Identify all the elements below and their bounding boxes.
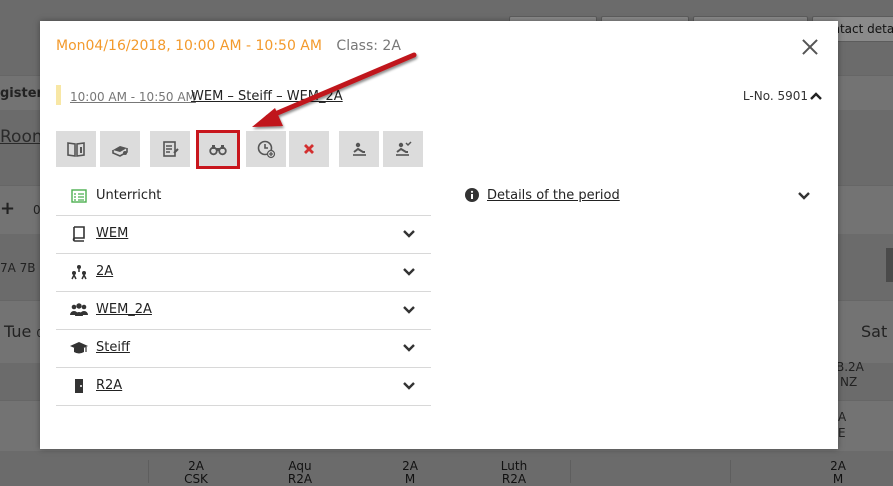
chevron-down-icon[interactable] xyxy=(403,381,415,391)
notes-icon xyxy=(163,141,179,157)
bg-right-line-1: B.2A xyxy=(836,360,864,374)
close-icon[interactable] xyxy=(800,37,820,57)
lesson-details-dialog: Mon04/16/2018, 10:00 AM - 10:50 AM Class… xyxy=(40,21,838,449)
list-item-room[interactable]: R2A xyxy=(56,368,431,406)
chevron-up-icon[interactable] xyxy=(810,91,822,101)
lesson-color-bar xyxy=(56,85,61,105)
lesson-time-link[interactable]: 10:00 AM - 10:50 AM xyxy=(70,90,196,104)
absence-reason-icon xyxy=(396,141,412,156)
bg-right-line-3: A xyxy=(838,410,847,424)
dialog-header: Mon04/16/2018, 10:00 AM - 10:50 AM Class… xyxy=(56,38,401,54)
room-link[interactable]: R2A xyxy=(96,378,122,393)
bg-register-label: gister xyxy=(0,86,43,101)
bg-cell: Aqu R2A xyxy=(280,460,320,486)
bg-cell: 2A M xyxy=(390,460,430,486)
bg-tue-label: Tue 0 xyxy=(4,322,43,341)
absence-reason-button[interactable] xyxy=(383,131,423,167)
bg-grid-line xyxy=(148,460,149,483)
cancel-icon xyxy=(304,144,314,154)
bg-cell-line: R2A xyxy=(501,472,527,486)
room-icon xyxy=(75,379,83,393)
chevron-down-icon[interactable] xyxy=(403,267,415,277)
homework-icon xyxy=(112,146,128,157)
lesson-type-icon xyxy=(71,189,87,203)
cancel-lesson-button[interactable] xyxy=(289,131,329,167)
bg-right-slider xyxy=(886,248,893,282)
bg-cell-line: M xyxy=(404,472,416,486)
list-item-subject[interactable]: WEM xyxy=(56,216,431,254)
bg-cell: 2A CSK xyxy=(176,460,216,486)
chevron-down-icon[interactable] xyxy=(403,305,415,315)
bg-tue-day: Tue xyxy=(4,322,32,341)
chevron-down-icon[interactable] xyxy=(798,191,810,201)
homework-button[interactable] xyxy=(100,131,140,167)
bg-right-line-4: E xyxy=(838,426,846,440)
lesson-type-label: Unterricht xyxy=(96,188,162,203)
chevron-down-icon[interactable] xyxy=(403,229,415,239)
list-item-group[interactable]: WEM_2A xyxy=(56,292,431,330)
lesson-row: 10:00 AM - 10:50 AM WEM – Steiff – WEM_2… xyxy=(56,85,822,107)
bg-sat-label: Sat 0 xyxy=(861,322,893,341)
class-register-icon xyxy=(67,142,85,157)
class-label: Class: 2A xyxy=(336,38,401,54)
subject-link[interactable]: WEM xyxy=(96,226,128,241)
binoculars-icon xyxy=(209,145,227,156)
bg-plus-label: + xyxy=(0,198,16,219)
period-details-row: Details of the period xyxy=(465,188,810,208)
info-icon xyxy=(465,188,479,202)
list-item-lesson-type: Unterricht xyxy=(56,178,431,216)
bg-sat-day: Sat xyxy=(861,322,888,341)
group-link[interactable]: WEM_2A xyxy=(96,302,152,317)
teacher-icon xyxy=(70,342,88,354)
book-icon xyxy=(72,226,85,242)
chevron-down-icon[interactable] xyxy=(403,343,415,353)
teacher-link[interactable]: Steiff xyxy=(96,340,130,355)
list-item-teacher[interactable]: Steiff xyxy=(56,330,431,368)
bg-cell: Luth R2A xyxy=(494,460,534,486)
bg-class-tabs: 7A 7B xyxy=(0,261,36,275)
bg-cell-line: R2A xyxy=(287,472,313,486)
absence-button[interactable] xyxy=(339,131,379,167)
bg-right-line-2: NZ xyxy=(840,375,858,389)
view-period-button[interactable] xyxy=(198,131,238,167)
class-icon xyxy=(71,265,87,280)
absence-icon xyxy=(353,142,366,156)
clock-add-icon xyxy=(257,140,276,159)
lesson-name-link[interactable]: WEM – Steiff – WEM_2A xyxy=(191,89,343,104)
bg-grid-line xyxy=(570,460,571,483)
group-icon xyxy=(70,303,88,316)
class-register-button[interactable] xyxy=(56,131,96,167)
bg-cell-line: M xyxy=(832,472,844,486)
lesson-number: L-No. 5901 xyxy=(742,89,808,103)
lesson-properties-list: Unterricht WEM 2A WEM_2A Steiff R2A xyxy=(56,178,431,406)
bg-grid-line xyxy=(730,460,731,483)
add-time-button[interactable] xyxy=(246,131,286,167)
lesson-date-time: Mon04/16/2018, 10:00 AM - 10:50 AM xyxy=(56,38,322,54)
bg-cell: 2A M xyxy=(818,460,858,486)
class-link[interactable]: 2A xyxy=(96,264,113,279)
details-of-period-link[interactable]: Details of the period xyxy=(487,188,620,203)
notes-button[interactable] xyxy=(150,131,190,167)
bg-cell-line: CSK xyxy=(184,472,208,486)
list-item-class[interactable]: 2A xyxy=(56,254,431,292)
